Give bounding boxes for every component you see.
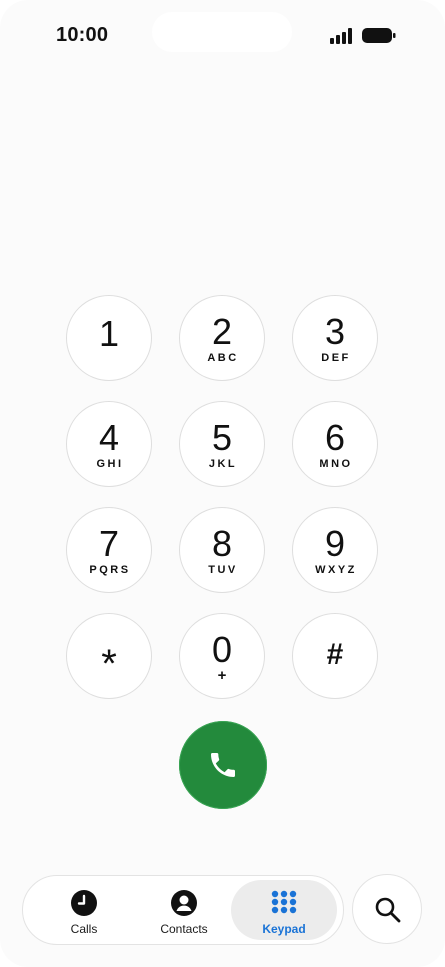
key-0[interactable]: 0 + xyxy=(179,613,265,699)
status-bar: 10:00 xyxy=(0,0,445,72)
search-icon xyxy=(375,897,401,923)
keypad-grid-icon xyxy=(271,890,297,914)
key-letters: JKL xyxy=(208,458,238,470)
key-digit: 6 xyxy=(324,417,346,458)
key-digit: 9 xyxy=(324,523,346,564)
key-digit: * xyxy=(101,642,117,686)
key-letters: + xyxy=(217,667,227,684)
key-star[interactable]: * xyxy=(66,613,152,699)
dynamic-island xyxy=(152,12,292,52)
key-letters: PQRS xyxy=(89,564,131,576)
key-letters: MNO xyxy=(319,458,353,470)
key-letters: DEF xyxy=(321,352,351,364)
key-digit: 7 xyxy=(98,523,120,564)
key-1[interactable]: 1 xyxy=(66,295,152,381)
key-7[interactable]: 7 PQRS xyxy=(66,507,152,593)
key-digit: 0 xyxy=(211,629,233,670)
key-letters: ABC xyxy=(207,352,239,364)
key-letters: WXYZ xyxy=(315,564,357,576)
key-hash[interactable]: # xyxy=(292,613,378,699)
phone-icon xyxy=(211,753,235,777)
key-digit: 3 xyxy=(324,311,346,352)
clock-icon xyxy=(71,890,97,916)
key-5[interactable]: 5 JKL xyxy=(179,401,265,487)
tab-contacts[interactable]: Contacts xyxy=(131,880,237,940)
battery-icon xyxy=(362,28,396,43)
status-time: 10:00 xyxy=(56,24,109,46)
key-letters: GHI xyxy=(96,458,124,470)
key-8[interactable]: 8 TUV xyxy=(179,507,265,593)
key-6[interactable]: 6 MNO xyxy=(292,401,378,487)
tab-label: Contacts xyxy=(160,922,208,936)
key-digit: 1 xyxy=(98,313,120,354)
tab-calls[interactable]: Calls xyxy=(31,880,137,940)
key-letters: TUV xyxy=(208,564,238,576)
call-button[interactable] xyxy=(179,721,267,809)
person-circle-icon xyxy=(171,890,197,916)
key-3[interactable]: 3 DEF xyxy=(292,295,378,381)
tab-label: Keypad xyxy=(262,922,306,936)
key-digit: 5 xyxy=(211,417,233,458)
key-digit: 8 xyxy=(211,523,233,564)
key-digit: 4 xyxy=(98,417,120,458)
tab-keypad[interactable]: Keypad xyxy=(231,880,337,940)
cellular-signal-icon xyxy=(330,28,352,44)
key-digit: 2 xyxy=(211,311,233,352)
key-4[interactable]: 4 GHI xyxy=(66,401,152,487)
tab-label: Calls xyxy=(70,922,98,936)
search-button[interactable] xyxy=(352,874,422,944)
key-2[interactable]: 2 ABC xyxy=(179,295,265,381)
key-9[interactable]: 9 WXYZ xyxy=(292,507,378,593)
phone-screen: 10:00 1 2 ABC 3 DEF 4 GHI 5 JKL 6 MNO 7 … xyxy=(0,0,445,967)
key-digit: # xyxy=(326,638,344,671)
tab-bar: Calls Contacts Keypad xyxy=(22,875,344,945)
